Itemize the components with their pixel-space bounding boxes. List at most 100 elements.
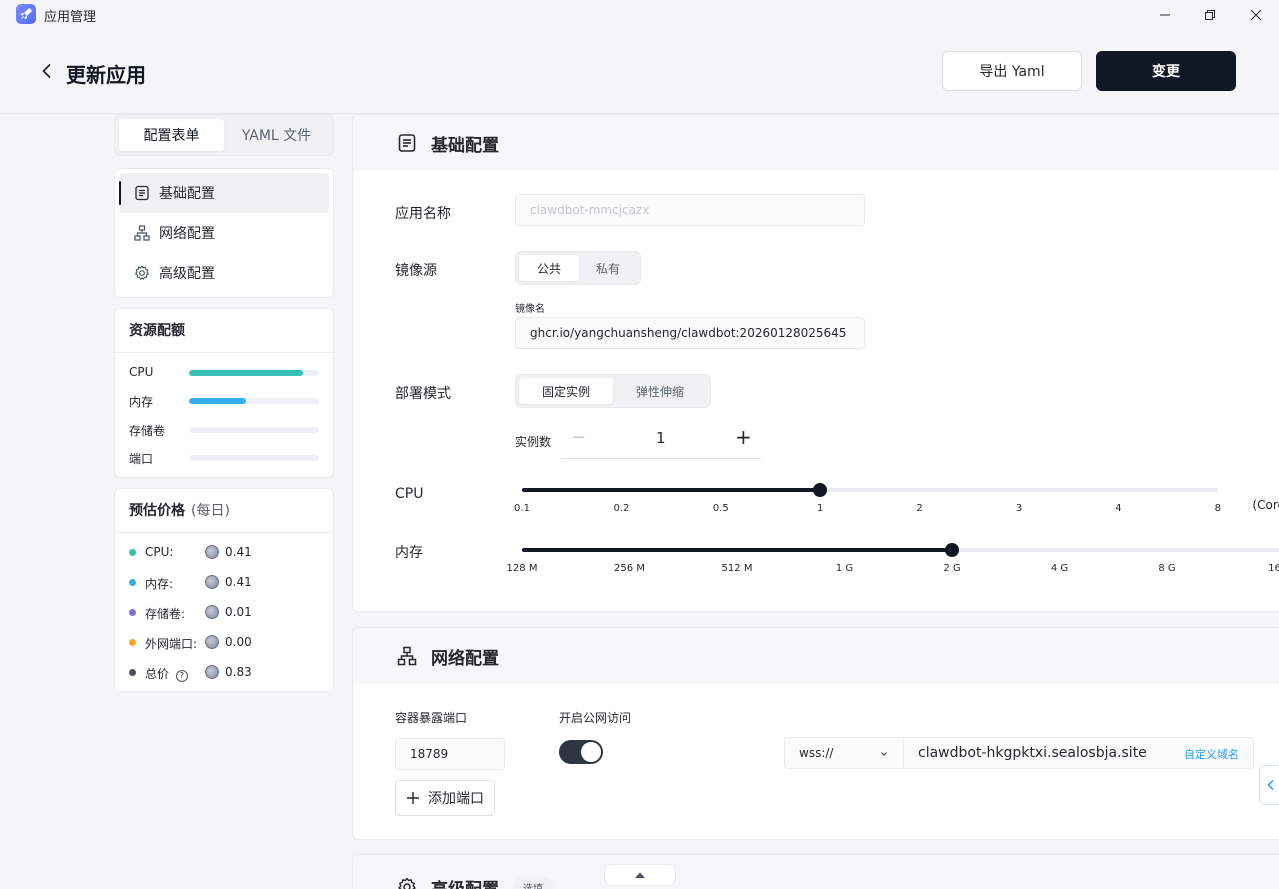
cpu-tick-label[interactable]: 0.1 [514,503,530,514]
memory-slider-thumb[interactable] [945,543,959,557]
advanced-config-header: 高级配置 选填 [353,855,1279,889]
custom-domain-link[interactable]: 自定义域名 [1184,746,1239,762]
resource-row: 内存 [129,393,319,409]
price-dot [129,609,136,616]
minimize-icon [1160,14,1170,16]
resource-label: 内存 [129,395,154,409]
nav-item-basic[interactable]: 基础配置 [119,173,329,213]
tab-config-form[interactable]: 配置表单 [119,119,224,151]
mem-tick-label[interactable]: 256 M [614,563,645,574]
chevron-left-icon [1267,779,1274,791]
restore-icon [1205,10,1215,20]
mem-tick-label[interactable]: 128 M [507,563,538,574]
deploy-mode-fixed[interactable]: 固定实例 [519,378,613,404]
price-title: 预估价格 (每日) [115,489,333,533]
cpu-unit-label: (Core) [1252,498,1279,512]
title-bar: 应用管理 [0,0,1279,30]
mem-tick-label[interactable]: 4 G [1051,563,1068,574]
basic-config-header: 基础配置 [353,115,1279,171]
price-row: 外网端口: 0.00 [129,635,319,651]
port-input[interactable]: 18789 [395,738,505,770]
plus-button[interactable]: + [735,425,752,449]
nav-item-label: 高级配置 [159,266,215,282]
price-subtitle: (每日) [191,503,230,519]
minimize-button[interactable] [1142,2,1188,28]
basic-config-title: 基础配置 [431,135,499,156]
document-icon [133,184,151,202]
price-label: 总价 ? [145,665,188,682]
price-value: 0.41 [225,545,252,559]
nav-item-advanced[interactable]: 高级配置 [119,253,329,293]
price-label: 存储卷: [145,607,186,621]
back-arrow-icon[interactable] [38,62,56,80]
app-name-label: 应用名称 [395,206,451,222]
image-source-public[interactable]: 公共 [519,255,579,281]
image-source-private[interactable]: 私有 [579,255,637,281]
resource-quota-title: 资源配额 [115,309,333,353]
change-button[interactable]: 变更 [1096,51,1236,91]
resource-row: 端口 [129,450,319,466]
side-panel-toggle[interactable] [1259,765,1279,805]
cpu-slider-fill [522,488,821,492]
add-port-button[interactable]: 添加端口 [395,780,495,816]
instances-label: 实例数 [515,435,552,449]
port-label: 容器暴露端口 [395,711,468,725]
resource-bar [189,398,319,404]
domain-input[interactable]: clawdbot-hkgpktxi.sealosbja.site 自定义域名 [903,737,1254,769]
gear-icon [133,264,151,282]
instances-value[interactable]: 1 [656,429,666,447]
price-row: 内存: 0.41 [129,575,319,591]
basic-config-section: 基础配置 应用名称 clawdbot-mmcjcazx 镜像源 公共 私有 镜像… [352,114,1279,612]
resource-bar [189,427,319,433]
deploy-mode-label: 部署模式 [395,386,451,402]
coin-icon [205,665,219,679]
cpu-tick-label[interactable]: 1 [817,503,823,514]
nav-item-network[interactable]: 网络配置 [119,213,329,253]
app-name-input[interactable]: clawdbot-mmcjcazx [515,194,865,226]
price-row: CPU: 0.41 [129,545,319,561]
cpu-tick-label[interactable]: 0.2 [613,503,629,514]
price-dot [129,639,136,646]
advanced-config-title: 高级配置 [431,875,499,889]
resource-bar-fill [189,370,304,376]
price-row: 存储卷: 0.01 [129,605,319,621]
deploy-mode-toggle: 固定实例 弹性伸缩 [515,374,711,408]
protocol-select[interactable]: wss:// [784,737,904,769]
mem-tick-label[interactable]: 512 M [722,563,753,574]
cpu-slider-thumb[interactable] [813,483,828,497]
window-title: 应用管理 [44,10,97,25]
coin-icon [205,635,219,649]
resource-bar [189,370,319,376]
mem-tick-label[interactable]: 8 G [1158,563,1175,574]
plus-icon [407,792,419,804]
cpu-tick-label[interactable]: 2 [916,503,922,514]
estimated-price-card: 预估价格 (每日) CPU: 0.41 内存: 0.41 存储卷: 0.01 外网… [114,488,334,692]
public-access-toggle[interactable] [559,740,603,764]
cpu-tick-label[interactable]: 8 [1215,503,1221,514]
export-yaml-button[interactable]: 导出 Yaml [942,51,1082,91]
price-value: 0.41 [225,575,252,589]
mem-tick-label[interactable]: 1 G [836,563,853,574]
cpu-tick-label[interactable]: 0.5 [713,503,729,514]
minus-button[interactable]: − [571,427,586,448]
mem-tick-label[interactable]: 2 G [943,563,960,574]
price-dot [129,549,136,556]
image-name-input[interactable]: ghcr.io/yangchuansheng/clawdbot:20260128… [515,317,865,349]
tab-yaml-file[interactable]: YAML 文件 [224,119,329,151]
nav-item-label: 基础配置 [159,186,215,202]
image-source-toggle: 公共 私有 [515,251,641,285]
close-button[interactable] [1233,2,1279,28]
cpu-tick-label[interactable]: 3 [1016,503,1022,514]
scroll-top-button[interactable] [604,864,676,886]
price-row-total: 总价 ? 0.83 [129,665,319,682]
mem-tick-label[interactable]: 16 [1268,563,1279,574]
deploy-mode-elastic[interactable]: 弹性伸缩 [613,378,707,404]
resource-label: 存储卷 [129,424,166,438]
coin-icon [205,575,219,589]
image-source-label: 镜像源 [395,263,437,279]
memory-slider-fill [522,548,952,552]
cpu-tick-label[interactable]: 4 [1115,503,1121,514]
restore-button[interactable] [1187,2,1233,28]
page-title: 更新应用 [66,63,146,87]
help-icon[interactable]: ? [175,670,188,682]
